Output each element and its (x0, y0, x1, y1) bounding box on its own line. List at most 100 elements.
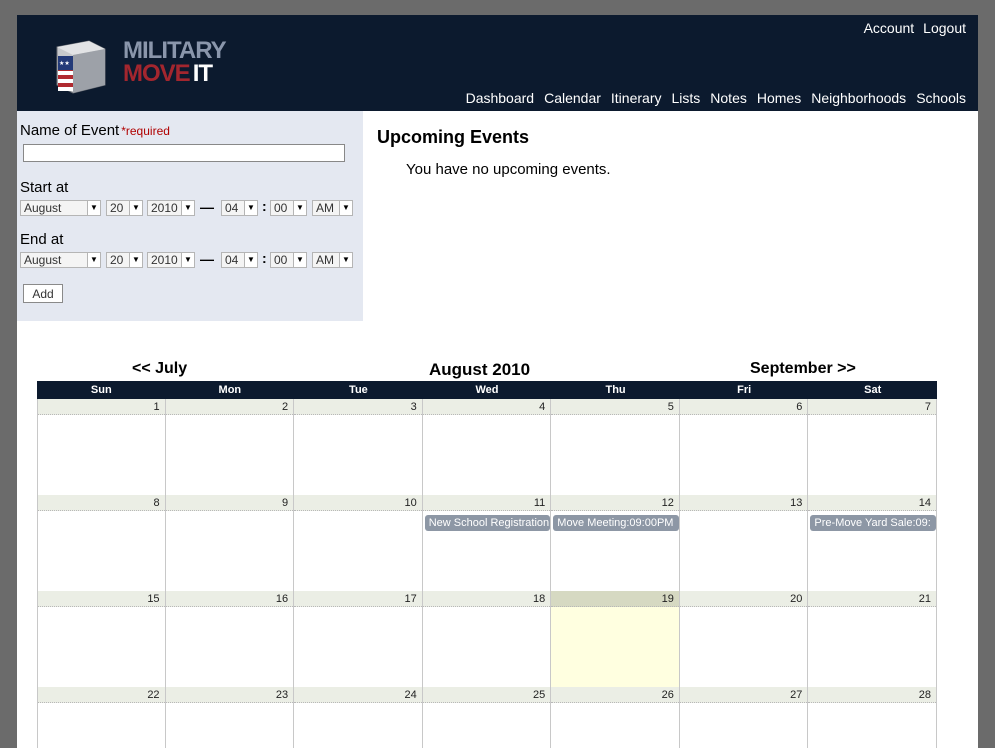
calendar-event[interactable]: Move Meeting:09:00PM (553, 515, 679, 531)
start-minute-select[interactable]: 00 ▼ (270, 200, 307, 216)
start-ampm-select[interactable]: AM ▼ (312, 200, 353, 216)
end-month-select[interactable]: August ▼ (20, 252, 101, 268)
day-number: 4 (422, 399, 551, 415)
calendar-day-cell[interactable]: 9 (165, 495, 295, 591)
calendar-day-cell[interactable]: 25 (422, 687, 552, 748)
new-event-form: Name of Event *required Start at August ▼ … (17, 111, 363, 321)
add-event-button[interactable]: Add (23, 284, 63, 303)
page: ★★ MILITARY MOVE IT Account Logout Dashbo… (17, 15, 978, 748)
month-calendar: Sun Mon Tue Wed Thu Fri Sat 1 2 3 4 5 6 7 8 9 10 1… (37, 381, 937, 748)
calendar-day-cell[interactable]: 21 (808, 591, 937, 687)
nav-neighborhoods[interactable]: Neighborhoods (811, 90, 906, 106)
start-month-select[interactable]: August ▼ (20, 200, 101, 216)
day-number: 15 (38, 591, 165, 607)
calendar-day-cell[interactable]: 14 Pre-Move Yard Sale:09: (808, 495, 937, 591)
calendar-day-cell[interactable]: 5 (551, 399, 680, 495)
day-number: 27 (679, 687, 808, 703)
day-number: 2 (165, 399, 294, 415)
calendar-event[interactable]: New School Registration (424, 515, 551, 531)
start-month-value: August (24, 201, 62, 215)
day-number: 21 (808, 591, 936, 607)
nav-schools[interactable]: Schools (916, 90, 966, 106)
calendar-day-cell[interactable]: 6 (679, 399, 809, 495)
nav-calendar[interactable]: Calendar (544, 90, 601, 106)
nav-homes[interactable]: Homes (757, 90, 801, 106)
calendar-day-cell[interactable]: 18 (422, 591, 552, 687)
dropdown-arrow-icon: ▼ (244, 201, 257, 215)
calendar-day-cell[interactable]: 2 (165, 399, 295, 495)
day-number: 7 (808, 399, 936, 415)
dropdown-arrow-icon: ▼ (87, 201, 100, 215)
end-year-select[interactable]: 2010 ▼ (147, 252, 195, 268)
day-number: 10 (294, 495, 422, 511)
upcoming-events-empty-message: You have no upcoming events. (406, 161, 611, 178)
day-number: 22 (38, 687, 165, 703)
calendar-day-cell[interactable]: 10 (294, 495, 423, 591)
day-number: 17 (294, 591, 422, 607)
weekday-sat: Sat (864, 384, 882, 396)
logout-link[interactable]: Logout (923, 20, 966, 36)
calendar-day-cell[interactable]: 13 (679, 495, 809, 591)
calendar-day-cell[interactable]: 28 (808, 687, 937, 748)
next-month-link[interactable]: September >> (750, 360, 856, 378)
calendar-day-cell[interactable]: 7 (808, 399, 937, 495)
end-ampm-value: AM (316, 253, 334, 267)
day-number: 19 (551, 591, 679, 607)
calendar-day-cell[interactable]: 11 New School Registration (422, 495, 552, 591)
calendar-day-cell[interactable]: 27 (679, 687, 809, 748)
calendar-week: 8 9 10 11 New School Registration 12 Move Meet… (37, 495, 937, 591)
dropdown-arrow-icon: ▼ (244, 253, 257, 267)
dropdown-arrow-icon: ▼ (339, 201, 352, 215)
start-colon: : (262, 198, 267, 214)
calendar-day-cell[interactable]: 23 (165, 687, 295, 748)
calendar-day-cell[interactable]: 22 (37, 687, 166, 748)
nav-notes[interactable]: Notes (710, 90, 747, 106)
nav-itinerary[interactable]: Itinerary (611, 90, 662, 106)
calendar-event[interactable]: Pre-Move Yard Sale:09: (810, 515, 936, 531)
calendar-day-cell[interactable]: 24 (294, 687, 423, 748)
calendar-day-cell[interactable]: 15 (37, 591, 166, 687)
end-day-select[interactable]: 20 ▼ (106, 252, 143, 268)
start-dash: — (200, 199, 214, 215)
start-day-select[interactable]: 20 ▼ (106, 200, 143, 216)
calendar-day-cell[interactable]: 26 (551, 687, 680, 748)
start-year-value: 2010 (151, 201, 178, 215)
weekday-tue: Tue (349, 384, 368, 396)
dropdown-arrow-icon: ▼ (293, 253, 306, 267)
weekday-sun: Sun (90, 384, 112, 396)
end-hour-select[interactable]: 04 ▼ (221, 252, 258, 268)
calendar-day-cell[interactable]: 8 (37, 495, 166, 591)
logo-move-text: MOVE (123, 60, 191, 87)
nav-lists[interactable]: Lists (671, 90, 700, 106)
weekday-wed: Wed (475, 384, 499, 396)
end-minute-select[interactable]: 00 ▼ (270, 252, 307, 268)
calendar-day-cell[interactable]: 20 (679, 591, 809, 687)
logo-it-text: IT (192, 60, 213, 87)
start-hour-select[interactable]: 04 ▼ (221, 200, 258, 216)
end-day-value: 20 (110, 253, 124, 267)
calendar-day-cell[interactable]: 4 (422, 399, 552, 495)
start-year-select[interactable]: 2010 ▼ (147, 200, 195, 216)
calendar-day-cell[interactable]: 12 Move Meeting:09:00PM (551, 495, 680, 591)
day-number: 9 (165, 495, 294, 511)
calendar-day-cell[interactable]: 17 (294, 591, 423, 687)
end-ampm-select[interactable]: AM ▼ (312, 252, 353, 268)
main-nav: Dashboard Calendar Itinerary Lists Notes… (466, 90, 966, 106)
site-header: ★★ MILITARY MOVE IT Account Logout Dashbo… (17, 15, 978, 111)
calendar-day-cell[interactable]: 19 (551, 591, 680, 687)
event-name-input[interactable] (23, 144, 345, 162)
day-number: 12 (551, 495, 679, 511)
nav-dashboard[interactable]: Dashboard (466, 90, 535, 106)
day-number: 3 (294, 399, 422, 415)
start-minute-value: 00 (274, 201, 288, 215)
account-link[interactable]: Account (864, 20, 915, 36)
end-dash: — (200, 251, 214, 267)
calendar-day-cell[interactable]: 3 (294, 399, 423, 495)
end-hour-value: 04 (225, 253, 239, 267)
end-month-value: August (24, 253, 62, 267)
calendar-day-cell[interactable]: 16 (165, 591, 295, 687)
military-move-it-logo[interactable]: ★★ MILITARY MOVE IT (49, 33, 239, 97)
calendar-day-cell[interactable]: 1 (37, 399, 166, 495)
dropdown-arrow-icon: ▼ (129, 201, 142, 215)
prev-month-link[interactable]: << July (132, 360, 187, 378)
